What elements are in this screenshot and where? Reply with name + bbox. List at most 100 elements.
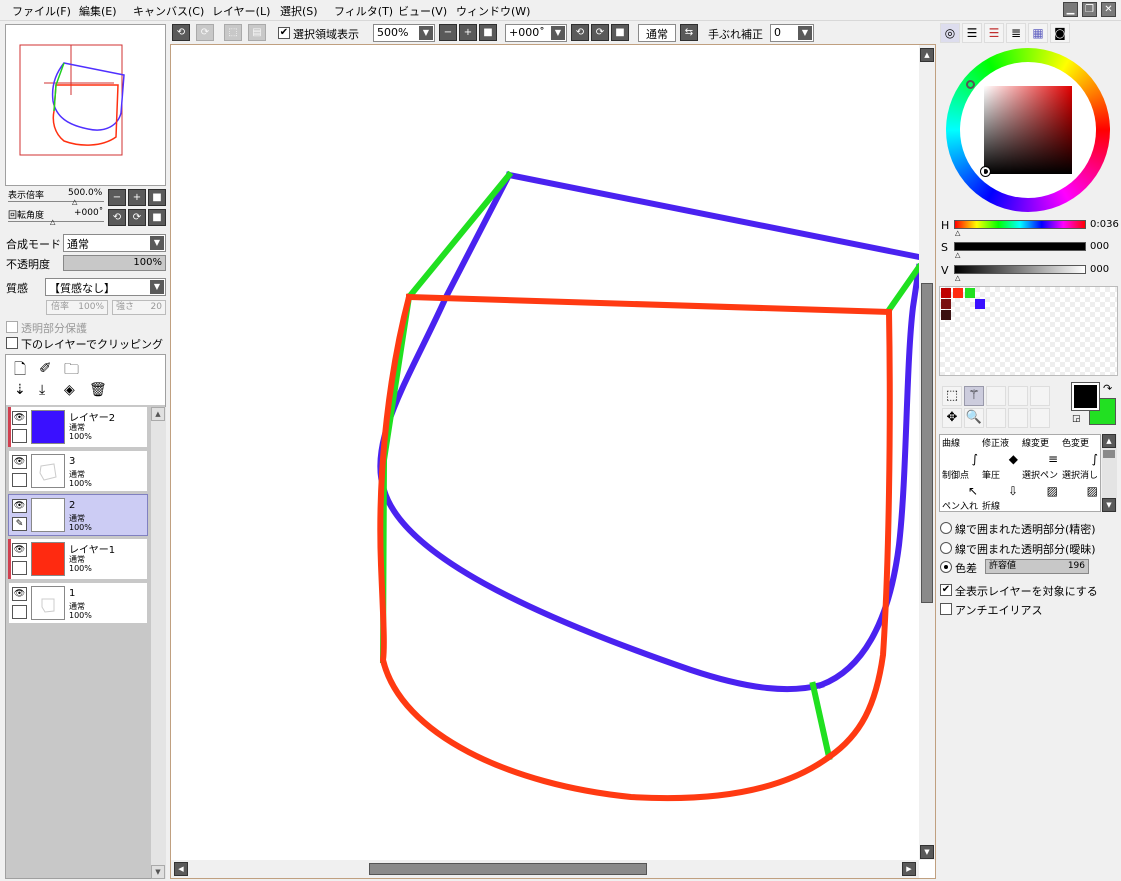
tool-select-erase[interactable]: 選択消し ▨ [1062,468,1102,500]
layer-lock-toggle[interactable] [12,561,27,575]
protect-alpha-checkbox[interactable] [6,321,18,333]
redo-button[interactable]: ⟳ [196,24,214,41]
rgb-slider-tab-icon[interactable]: ☰ [962,23,982,43]
transfer-down-icon[interactable]: ⇣ [14,382,26,398]
scroll-left-icon[interactable]: ◀ [174,862,188,876]
tool-pressure[interactable]: 筆圧 ⇩ [982,468,1022,500]
stabilizer-select[interactable]: 0 ▼ [770,24,814,42]
swatch-0[interactable] [941,288,951,298]
fill-option-color-diff-radio[interactable] [940,561,952,573]
swatch-1[interactable] [953,288,963,298]
rotate-left-button[interactable]: ⟲ [571,24,589,41]
scroll-down-icon[interactable]: ▼ [920,845,934,859]
texture-strength-field[interactable]: 強さ 20 [112,300,166,315]
antialias-checkbox[interactable] [940,603,952,615]
menu-filter[interactable]: フィルタ(T) [334,3,393,19]
navigator-panel[interactable] [5,24,166,186]
color-wheel[interactable] [946,48,1110,212]
opacity-slider[interactable]: 100% [63,255,166,271]
menu-file[interactable]: ファイル(F) [12,3,71,19]
swatch-grid[interactable] [939,286,1118,376]
tool-pen[interactable]: ペン入れ [942,499,982,513]
blend-normal-button[interactable]: 通常 [638,24,676,42]
new-folder-icon[interactable]: 🗀 [64,359,79,384]
sv-handle[interactable] [980,166,991,177]
merge-down-icon[interactable]: ⤓ [39,382,45,398]
transparent-color-icon[interactable]: ◲ [1072,414,1081,424]
flip-button[interactable]: ⇆ [680,24,698,41]
canvas-area[interactable]: ▲ ▼ ◀ ▶ [170,44,936,879]
zoom-select[interactable]: 500% ▼ [373,24,435,42]
blend-mode-select[interactable]: 通常 ▼ [63,234,166,252]
layer-row-layer-1[interactable]: 👁 レイヤー1 通常 100% [8,538,148,580]
tool-select-pen[interactable]: 選択ペン ▨ [1022,468,1062,500]
zoom-out-button[interactable]: − [439,24,457,41]
slider-thumb-icon[interactable]: △ [955,274,960,282]
saturation-slider[interactable] [954,242,1086,251]
tool-line-change[interactable]: 線変更 ≡ [1022,436,1062,468]
clipping-checkbox[interactable] [6,337,18,349]
layer-row-1[interactable]: 👁 1 通常 100% [8,582,148,624]
scroll-up-icon[interactable]: ▲ [920,48,934,62]
canvas-vscroll-thumb[interactable] [921,283,933,603]
menu-canvas[interactable]: キャンバス(C) [133,3,204,19]
layer-scrollbar[interactable]: ▲ ▼ [151,407,166,879]
zoom-icon[interactable]: 🔍 [964,408,984,428]
canvas-drawing[interactable] [171,45,919,860]
restore-button[interactable]: ❐ [1082,2,1097,17]
sv-square[interactable] [984,86,1072,174]
eye-icon[interactable]: 👁 [12,587,27,601]
tool-eraser[interactable]: 修正液 ◆ [982,436,1022,468]
nav-rotate-reset-button[interactable]: ■ [148,209,166,226]
clear-layer-icon[interactable]: ◈ [64,382,75,398]
close-button[interactable]: ✕ [1101,2,1116,17]
fill-option-fuzzy-radio[interactable] [940,542,952,554]
scroll-up-icon[interactable]: ▲ [1102,434,1116,448]
menu-layer[interactable]: レイヤー(L) [212,3,270,19]
eye-icon[interactable]: 👁 [12,499,27,513]
layer-row-layer-2[interactable]: 👁 レイヤー2 通常 100% [8,406,148,448]
hue-handle[interactable] [966,80,975,89]
layer-row-2[interactable]: 👁 ✎ 2 通常 100% [8,494,148,536]
menu-edit[interactable]: 編集(E) [79,3,117,19]
nav-rotate-left-button[interactable]: ⟲ [108,209,126,226]
eye-icon[interactable]: 👁 [12,411,27,425]
minimize-button[interactable]: ▁ [1063,2,1078,17]
nav-zoom-in-button[interactable]: + [128,189,146,206]
magic-wand-icon[interactable]: ⚚ [964,386,984,406]
zoom-reset-button[interactable]: ■ [479,24,497,41]
menu-select[interactable]: 選択(S) [280,3,318,19]
swap-colors-icon[interactable]: ↷ [1103,382,1112,395]
color-wheel-tab-icon[interactable]: ◎ [940,23,960,43]
menu-window[interactable]: ウィンドウ(W) [456,3,530,19]
new-layer-icon[interactable]: 🗋 [14,359,26,384]
nav-zoom-reset-button[interactable]: ■ [148,189,166,206]
tool-polyline[interactable]: 折線 [982,499,1022,513]
layer-lock-toggle[interactable] [12,429,27,443]
canvas-hscrollbar[interactable]: ◀ ▶ [171,860,919,878]
rect-select-icon[interactable]: ⬚ [942,386,962,406]
swatch-3[interactable] [941,299,951,309]
tool-color-change[interactable]: 色変更 ∫ [1062,436,1102,468]
tool-grid-scrollbar[interactable]: ▲ ▼ [1102,434,1117,512]
layer-row-3[interactable]: 👁 3 通常 100% [8,450,148,492]
swatch-4[interactable] [975,299,985,309]
all-layers-checkbox[interactable]: ✔ [940,584,952,596]
menu-view[interactable]: ビュー(V) [398,3,447,19]
layer-lock-toggle[interactable] [12,473,27,487]
new-linework-layer-icon[interactable]: ✐ [39,359,52,377]
scroll-down-icon[interactable]: ▼ [1102,498,1116,512]
texture-select[interactable]: 【質感なし】 ▼ [45,278,166,296]
scratchpad-tab-icon[interactable]: ◙ [1050,23,1070,43]
slider-thumb-icon[interactable]: △ [50,218,55,226]
swatch-tab-icon[interactable]: ▦ [1028,23,1048,43]
tool-grid-scroll-thumb[interactable] [1103,450,1115,458]
slider-thumb-icon[interactable]: △ [72,198,77,206]
texture-scale-field[interactable]: 倍率 100% [46,300,108,315]
selection-display-checkbox[interactable]: ✔ [278,27,290,39]
selection-invert-button[interactable]: ▤ [248,24,266,41]
deselect-button[interactable]: ⬚ [224,24,242,41]
hue-slider[interactable] [954,220,1086,229]
undo-button[interactable]: ⟲ [172,24,190,41]
slider-thumb-icon[interactable]: △ [955,229,960,237]
